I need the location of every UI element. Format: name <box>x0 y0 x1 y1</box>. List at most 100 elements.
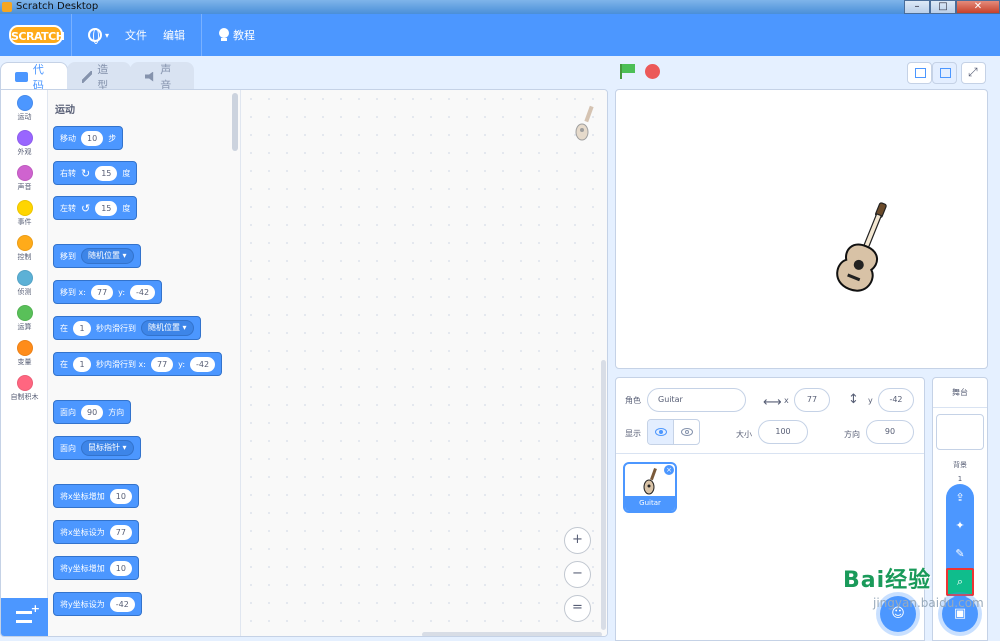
small-stage-button[interactable] <box>907 62 932 84</box>
add-extension-button[interactable] <box>1 598 48 636</box>
category-dot <box>16 305 33 321</box>
language-menu[interactable]: ▾ <box>80 28 117 44</box>
block-turn-right[interactable]: 右转 ↻ 15 度 <box>53 161 138 185</box>
block-go-to[interactable]: 移到 随机位置 ▾ <box>53 244 141 268</box>
y-input[interactable]: -42 <box>109 596 135 612</box>
category-sensing[interactable]: 侦测 <box>1 270 48 297</box>
size-input[interactable]: 100 <box>758 420 808 444</box>
category-my-blocks[interactable]: 自制积木 <box>1 375 48 402</box>
category-motion[interactable]: 运动 <box>1 95 48 122</box>
sprite-info-panel: 角色 Guitar ⟷ x 77 ↕ y -42 显示 大小 100 方向 90 <box>616 378 924 454</box>
dx-input[interactable]: 10 <box>109 488 132 504</box>
tutorials-label: 教程 <box>233 29 256 42</box>
sprite-name-input[interactable]: Guitar <box>647 388 746 412</box>
minimize-button[interactable]: – <box>904 0 930 14</box>
surprise-backdrop-button[interactable]: ✦ <box>946 512 974 540</box>
direction-input[interactable]: 90 <box>81 404 104 420</box>
guitar-thumbnail-icon <box>643 468 657 495</box>
edit-menu[interactable]: 编辑 <box>155 27 193 43</box>
degrees-input[interactable]: 15 <box>95 165 118 181</box>
stage-canvas[interactable] <box>615 89 988 369</box>
block-point-towards[interactable]: 面向 鼠标指针 ▾ <box>53 436 141 460</box>
hide-sprite-button[interactable] <box>674 420 699 444</box>
seconds-input[interactable]: 1 <box>73 356 91 372</box>
dy-input[interactable]: 10 <box>109 560 132 576</box>
menu-divider <box>71 14 72 56</box>
file-menu[interactable]: 文件 <box>117 27 155 43</box>
delete-sprite-button[interactable]: × <box>664 465 674 475</box>
chevron-down-icon: ▾ <box>105 30 110 40</box>
target-dropdown[interactable]: 随机位置 ▾ <box>141 320 194 336</box>
x-input[interactable]: 77 <box>109 524 132 540</box>
fullscreen-icon: ⤢ <box>968 65 978 79</box>
direction-input[interactable]: 90 <box>866 420 914 444</box>
zoom-out-button[interactable]: − <box>564 561 591 588</box>
category-dot <box>16 340 33 356</box>
category-sound[interactable]: 声音 <box>1 165 48 192</box>
category-control[interactable]: 控制 <box>1 235 48 262</box>
block-glide-to[interactable]: 在 1 秒内滑行到 随机位置 ▾ <box>53 316 201 340</box>
block-set-y[interactable]: 将y坐标设为 -42 <box>53 592 142 616</box>
backdrop-thumbnail[interactable] <box>936 414 984 450</box>
small-stage-icon <box>915 68 926 78</box>
block-turn-left[interactable]: 左转 ↺ 15 度 <box>53 196 138 220</box>
tab-code[interactable]: 代码 <box>0 62 68 92</box>
tab-sounds[interactable]: 声音 <box>130 62 194 92</box>
block-set-x[interactable]: 将x坐标设为 77 <box>53 520 139 544</box>
steps-input[interactable]: 10 <box>81 130 104 146</box>
block-point-direction[interactable]: 面向 90 方向 <box>53 400 132 424</box>
show-sprite-button[interactable] <box>648 420 674 444</box>
y-position-input[interactable]: -42 <box>878 388 914 412</box>
block-change-x[interactable]: 将x坐标增加 10 <box>53 484 139 508</box>
block-text: 右转 <box>60 168 76 178</box>
sprite-thumbnail-guitar[interactable]: × Guitar <box>623 462 677 513</box>
block-text: 步 <box>108 133 117 143</box>
paint-backdrop-button[interactable]: ✎ <box>946 540 974 568</box>
stop-button[interactable] <box>645 64 660 79</box>
tutorials-menu[interactable]: 教程 <box>210 27 263 43</box>
sprite-name-label: 角色 <box>625 396 641 405</box>
category-events[interactable]: 事件 <box>1 200 48 227</box>
editor-tabs: 代码 造型 声音 <box>0 62 194 92</box>
sound-icon <box>145 71 154 82</box>
green-flag-button[interactable] <box>620 64 635 79</box>
eye-icon <box>655 428 667 436</box>
zoom-reset-button[interactable]: = <box>564 595 591 622</box>
block-go-to-xy[interactable]: 移到 x: 77 y: -42 <box>53 280 163 304</box>
watermark-url: jingyan.baidu.com <box>873 596 984 610</box>
block-glide-to-xy[interactable]: 在 1 秒内滑行到 x: 77 y: -42 <box>53 352 223 376</box>
script-area[interactable]: + − = <box>242 90 607 636</box>
degrees-input[interactable]: 15 <box>95 200 118 216</box>
y-label: y <box>868 396 873 405</box>
script-vertical-scrollbar[interactable] <box>601 360 606 630</box>
large-stage-button[interactable] <box>932 62 957 84</box>
category-variables[interactable]: 变量 <box>1 340 48 367</box>
x-position-input[interactable]: 77 <box>794 388 830 412</box>
x-input[interactable]: 77 <box>150 356 174 372</box>
category-label: 侦测 <box>17 288 32 296</box>
category-looks[interactable]: 外观 <box>1 130 48 157</box>
block-change-y[interactable]: 将y坐标增加 10 <box>53 556 139 580</box>
category-label: 声音 <box>17 183 32 191</box>
script-horizontal-scrollbar[interactable] <box>422 632 602 636</box>
target-dropdown[interactable]: 随机位置 ▾ <box>81 248 134 264</box>
zoom-in-button[interactable]: + <box>564 527 591 554</box>
y-input[interactable]: -42 <box>190 356 216 372</box>
guitar-sprite[interactable] <box>833 195 888 295</box>
towards-dropdown[interactable]: 鼠标指针 ▾ <box>81 440 134 456</box>
seconds-input[interactable]: 1 <box>73 320 91 336</box>
block-move-steps[interactable]: 移动 10 步 <box>53 126 124 150</box>
x-input[interactable]: 77 <box>90 284 114 300</box>
scratch-logo[interactable]: SCRATCH <box>9 25 65 45</box>
y-input[interactable]: -42 <box>130 284 156 300</box>
upload-backdrop-button[interactable]: ⇪ <box>946 484 974 512</box>
maximize-button[interactable]: □ <box>930 0 956 14</box>
add-extension-icon <box>16 602 40 623</box>
tab-costumes[interactable]: 造型 <box>67 62 131 92</box>
choose-backdrop-search-button[interactable]: ⌕ <box>946 568 974 596</box>
fullscreen-button[interactable]: ⤢ <box>961 62 986 84</box>
tab-label: 造型 <box>97 62 109 92</box>
palette-scrollbar[interactable] <box>232 93 238 151</box>
close-button[interactable]: ✕ <box>956 0 1000 14</box>
category-operators[interactable]: 运算 <box>1 305 48 332</box>
